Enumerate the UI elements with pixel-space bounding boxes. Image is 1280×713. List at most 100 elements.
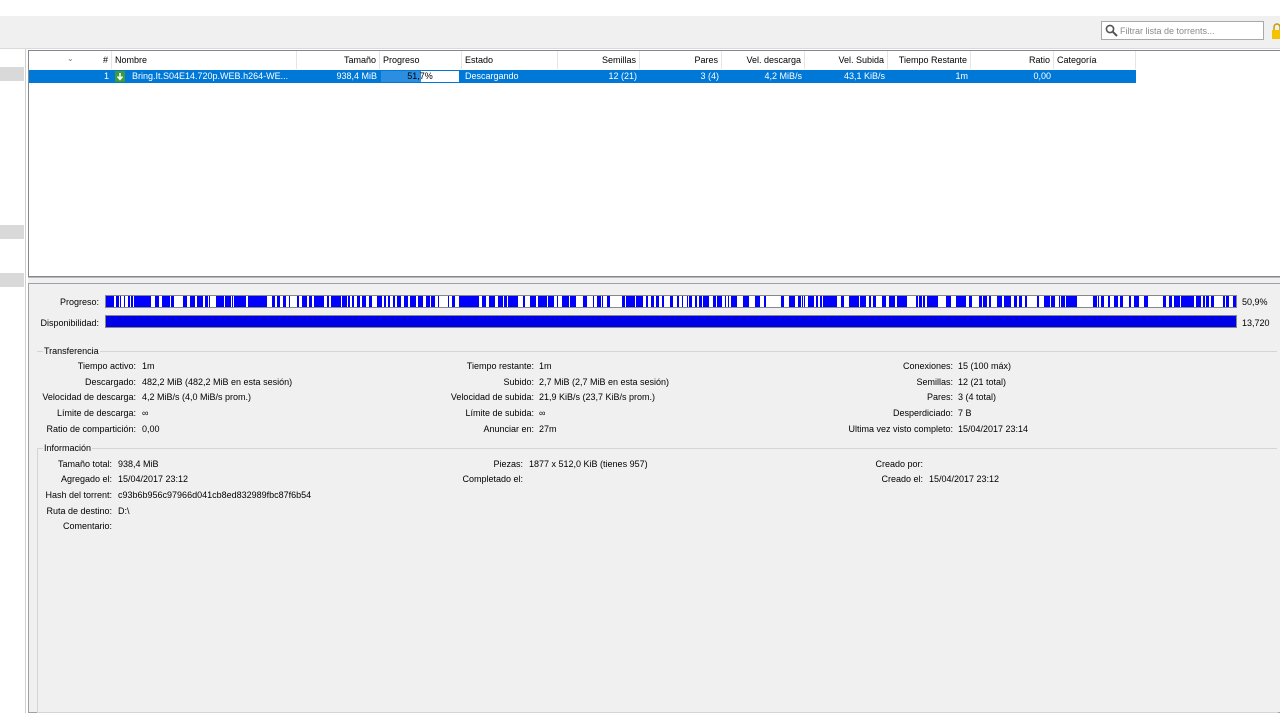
piece-segment (626, 296, 628, 307)
piece-segment (1061, 296, 1063, 307)
piece-segment (116, 296, 119, 307)
cell-down-speed: 4,2 MiB/s (764, 71, 802, 81)
announce-label: Anunciar en: (483, 424, 534, 434)
piece-segment (523, 296, 525, 307)
piece-segment (304, 296, 307, 307)
piece-segment (695, 296, 697, 307)
piece-segment (720, 296, 722, 307)
piece-segment (420, 296, 421, 307)
piece-segment (155, 296, 156, 307)
piece-segment (335, 296, 336, 307)
piece-segment (470, 296, 471, 307)
column-header-eta[interactable]: Tiempo Restante (888, 51, 971, 69)
piece-segment (452, 296, 455, 307)
piece-segment (802, 296, 803, 307)
piece-segment (828, 296, 831, 307)
filter-input[interactable] (1120, 23, 1260, 38)
piece-segment (813, 296, 814, 307)
created-on-value: 15/04/2017 23:12 (929, 474, 1000, 484)
column-header-seeds[interactable]: Semillas (558, 51, 640, 69)
pieces-progress-bar (105, 295, 1237, 308)
piece-segment (703, 296, 705, 307)
piece-segment (1129, 296, 1131, 307)
piece-segment (715, 296, 716, 307)
search-icon (1105, 24, 1118, 37)
piece-segment (106, 296, 108, 307)
piece-segment (746, 296, 749, 307)
piece-segment (418, 296, 419, 307)
cell-peers: 3 (4) (700, 71, 719, 81)
column-header-ratio[interactable]: Ratio (971, 51, 1054, 69)
piece-segment (1067, 296, 1068, 307)
piece-segment (1072, 296, 1074, 307)
piece-segment (1186, 296, 1187, 307)
piece-segment (1183, 296, 1186, 307)
piece-segment (254, 296, 255, 307)
piece-segment (190, 296, 193, 307)
piece-segment (827, 296, 828, 307)
column-header-num[interactable]: ⌄ # (29, 51, 112, 69)
piece-segment (862, 296, 863, 307)
sidebar-item[interactable] (0, 225, 24, 239)
piece-segment (1066, 296, 1067, 307)
piece-segment (167, 296, 169, 307)
piece-segment (220, 296, 221, 307)
piece-segment (821, 296, 822, 307)
piece-segment (1026, 296, 1027, 307)
column-header-status[interactable]: Estado (462, 51, 558, 69)
pieces-label: Piezas: (493, 459, 523, 469)
download-limit-value: ∞ (142, 408, 149, 418)
piece-segment (1101, 296, 1103, 307)
piece-segment (850, 296, 853, 307)
piece-segment (1203, 296, 1205, 307)
sidebar-item[interactable] (0, 67, 24, 81)
piece-segment (860, 296, 862, 307)
piece-segment (548, 296, 551, 307)
piece-segment (331, 296, 332, 307)
piece-segment (336, 296, 339, 307)
piece-segment (471, 296, 472, 307)
download-limit-label: Límite de descarga: (56, 408, 136, 418)
share-ratio-label: Ratio de compartición: (46, 424, 136, 434)
column-header-name[interactable]: Nombre (112, 51, 297, 69)
lock-icon[interactable] (1271, 22, 1280, 40)
column-header-progress[interactable]: Progreso (380, 51, 462, 69)
piece-segment (904, 296, 907, 307)
piece-segment (1199, 296, 1201, 307)
piece-segment (262, 296, 264, 307)
toolbar (0, 16, 1280, 49)
column-header-size[interactable]: Tamaño (297, 51, 380, 69)
piece-segment (963, 296, 966, 307)
piece-segment (150, 296, 151, 307)
piece-segment (1226, 296, 1229, 307)
piece-segment (1163, 296, 1165, 307)
sidebar-item[interactable] (0, 273, 24, 287)
piece-segment (494, 296, 495, 307)
piece-segment (706, 296, 709, 307)
piece-segment (1212, 296, 1213, 307)
sidebar (0, 49, 26, 713)
column-header-down-speed[interactable]: Vel. descarga (722, 51, 805, 69)
save-path-label: Ruta de destino: (46, 506, 112, 516)
piece-segment (142, 296, 144, 307)
piece-segment (357, 296, 360, 307)
piece-segment (1008, 296, 1011, 307)
piece-segment (923, 296, 925, 307)
last-seen-value: 15/04/2017 23:14 (958, 424, 1029, 434)
piece-segment (264, 296, 267, 307)
progress-label: Progreso: (59, 297, 99, 307)
piece-segment (411, 296, 413, 307)
piece-segment (1193, 296, 1194, 307)
piece-segment (728, 296, 729, 307)
column-header-up-speed[interactable]: Vel. Subida (805, 51, 888, 69)
piece-segment (171, 296, 174, 307)
table-row[interactable]: 1 Bring.It.S04E14.720p.WEB.h264-WE... 93… (29, 70, 1136, 83)
piece-segment (460, 296, 461, 307)
piece-segment (731, 296, 734, 307)
piece-segment (343, 296, 344, 307)
piece-segment (1233, 296, 1236, 307)
column-header-category[interactable]: Categoría (1054, 51, 1136, 69)
column-header-peers[interactable]: Pares (640, 51, 722, 69)
piece-segment (421, 296, 423, 307)
filter-box[interactable] (1101, 21, 1264, 40)
